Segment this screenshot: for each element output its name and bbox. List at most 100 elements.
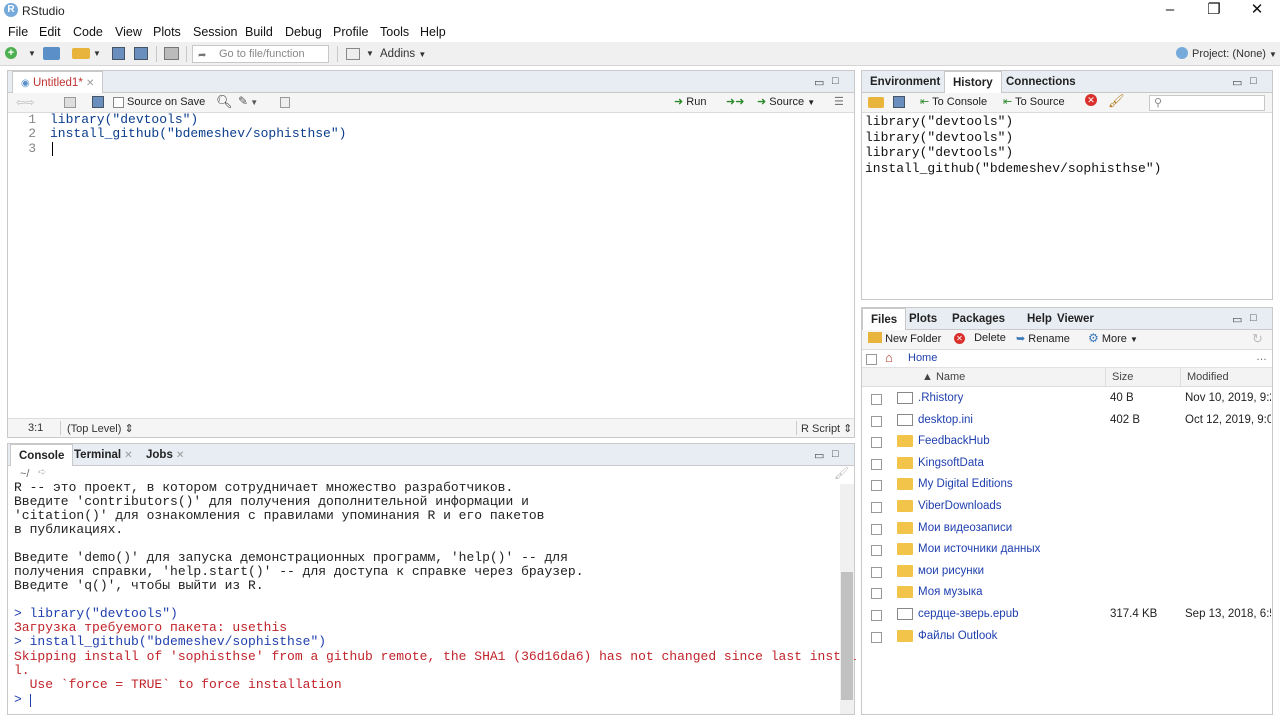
maximize-button[interactable]: ❐	[1191, 0, 1237, 22]
menu-debug[interactable]: Debug	[285, 25, 322, 39]
to-source-button[interactable]: ⇤ To Source	[1003, 95, 1065, 108]
row-checkbox[interactable]	[871, 394, 882, 405]
tab-jobs[interactable]: Jobs ✕	[138, 444, 192, 466]
scope-selector[interactable]: (Top Level) ⇕	[67, 422, 134, 435]
row-checkbox[interactable]	[871, 566, 882, 578]
save-history-icon[interactable]	[893, 96, 905, 108]
console-scrollbar[interactable]	[840, 484, 854, 714]
file-name[interactable]: desktop.ini	[918, 414, 973, 426]
maximize-pane-icon[interactable]: □	[832, 448, 839, 460]
tab-environment[interactable]: Environment	[862, 71, 948, 93]
row-checkbox[interactable]	[871, 437, 882, 449]
file-name[interactable]: KingsoftData	[918, 457, 984, 469]
row-checkbox[interactable]	[871, 545, 882, 557]
row-checkbox[interactable]	[871, 480, 882, 492]
load-history-icon[interactable]	[868, 97, 884, 108]
menu-help[interactable]: Help	[420, 25, 446, 39]
file-name[interactable]: ViberDownloads	[918, 500, 1002, 512]
maximize-pane-icon[interactable]: □	[1250, 75, 1257, 87]
history-search-input[interactable]: ⚲	[1149, 95, 1265, 111]
file-name[interactable]: .Rhistory	[918, 392, 963, 404]
new-file-icon[interactable]: +	[5, 47, 17, 59]
workspace-panes-icon[interactable]	[346, 48, 360, 60]
menu-tools[interactable]: Tools	[380, 25, 409, 39]
tab-viewer[interactable]: Viewer	[1049, 308, 1102, 330]
to-console-button[interactable]: ⇤ To Console	[920, 95, 987, 108]
print-icon[interactable]	[164, 47, 179, 60]
select-all-checkbox[interactable]	[866, 354, 877, 365]
refresh-icon[interactable]: ↻	[1252, 331, 1263, 347]
file-row[interactable]: .Rhistory 40 B Nov 10, 2019, 9:2	[863, 388, 1271, 410]
tab-untitled1[interactable]: ◉ Untitled1* ✕	[12, 71, 104, 93]
remove-entry-icon[interactable]: ✕	[1085, 94, 1097, 106]
close-tab-icon[interactable]: ✕	[176, 450, 184, 461]
more-path-icon[interactable]: …	[1256, 351, 1267, 363]
rename-button[interactable]: ➥ Rename	[1016, 332, 1070, 345]
code-tools-icon[interactable]: ✎ ▼	[238, 94, 258, 108]
minimize-pane-icon[interactable]: ▭	[1232, 76, 1242, 89]
row-checkbox[interactable]	[871, 588, 882, 600]
menu-edit[interactable]: Edit	[39, 25, 61, 39]
file-row[interactable]: desktop.ini 402 B Oct 12, 2019, 9:0	[863, 410, 1271, 432]
document-outline-icon[interactable]: ☰	[834, 95, 844, 108]
file-name[interactable]: мои рисунки	[918, 565, 984, 577]
new-project-icon[interactable]	[43, 47, 60, 60]
compile-report-icon[interactable]	[280, 97, 290, 108]
file-row[interactable]: ViberDownloads	[863, 496, 1271, 518]
run-button[interactable]: ➜ Run	[674, 95, 706, 108]
row-checkbox[interactable]	[871, 631, 882, 643]
file-name[interactable]: Моя музыка	[918, 586, 983, 598]
file-type-selector[interactable]: R Script ⇕	[801, 422, 852, 435]
history-entry[interactable]: install_github("bdemeshev/sophisthse")	[865, 161, 1161, 176]
menu-view[interactable]: View	[115, 25, 142, 39]
new-folder-button[interactable]: New Folder	[868, 332, 941, 345]
file-row[interactable]: Моя музыка	[863, 582, 1271, 604]
file-row[interactable]: KingsoftData	[863, 453, 1271, 475]
file-name[interactable]: сердце-зверь.epub	[918, 608, 1019, 620]
close-tab-icon[interactable]: ✕	[124, 450, 132, 461]
file-row[interactable]: Файлы Outlook	[863, 626, 1271, 648]
close-button[interactable]: ✕	[1234, 0, 1280, 22]
back-forward-icon[interactable]: ⇦⇨	[16, 96, 34, 109]
column-size-header[interactable]: Size	[1112, 371, 1133, 383]
code-line[interactable]: install_github("bdemeshev/sophisthse")	[50, 126, 346, 141]
save-all-icon[interactable]	[134, 47, 148, 60]
clear-console-icon[interactable]: 🖌︎	[834, 466, 849, 480]
editor-save-icon[interactable]	[92, 96, 104, 108]
row-checkbox[interactable]	[871, 523, 882, 535]
breadcrumb-home[interactable]: Home	[908, 352, 937, 364]
history-entry[interactable]: library("devtools")	[865, 114, 1013, 129]
tab-files[interactable]: Files	[862, 308, 907, 330]
tab-packages[interactable]: Packages	[944, 308, 1013, 330]
menu-file[interactable]: File	[8, 25, 28, 39]
menu-profile[interactable]: Profile	[333, 25, 368, 39]
addins-button[interactable]: Addins ▼	[380, 46, 426, 62]
code-line[interactable]: library("devtools")	[50, 112, 198, 127]
menu-code[interactable]: Code	[73, 25, 103, 39]
row-checkbox[interactable]	[871, 610, 882, 621]
file-row[interactable]: FeedbackHub	[863, 431, 1271, 453]
row-checkbox[interactable]	[871, 458, 882, 470]
minimize-button[interactable]: –	[1147, 0, 1193, 22]
maximize-pane-icon[interactable]: □	[1250, 312, 1257, 324]
file-name[interactable]: FeedbackHub	[918, 435, 990, 447]
find-icon[interactable]: 🔍︎	[216, 94, 233, 110]
delete-button[interactable]: ✕ Delete	[954, 332, 1006, 344]
goto-file-input[interactable]: Go to file/function	[192, 45, 329, 63]
new-file-dropdown-icon[interactable]: ▼	[28, 46, 36, 62]
minimize-pane-icon[interactable]: ▭	[814, 76, 824, 89]
tab-terminal[interactable]: Terminal ✕	[66, 444, 141, 466]
history-entry[interactable]: library("devtools")	[865, 130, 1013, 145]
more-button[interactable]: ⚙ More ▼	[1088, 331, 1138, 345]
tab-history[interactable]: History	[944, 71, 1002, 93]
file-row[interactable]: мои рисунки	[863, 561, 1271, 583]
tab-plots[interactable]: Plots	[901, 308, 945, 330]
column-name-header[interactable]: ▲ Name	[922, 371, 965, 383]
code-editor[interactable]	[8, 113, 854, 418]
file-name[interactable]: Файлы Outlook	[918, 630, 997, 642]
row-checkbox[interactable]	[871, 415, 882, 427]
column-modified-header[interactable]: Modified	[1187, 371, 1229, 383]
go-to-directory-icon[interactable]: ➪	[38, 467, 46, 478]
file-row[interactable]: My Digital Editions	[863, 474, 1271, 496]
minimize-pane-icon[interactable]: ▭	[1232, 313, 1242, 326]
